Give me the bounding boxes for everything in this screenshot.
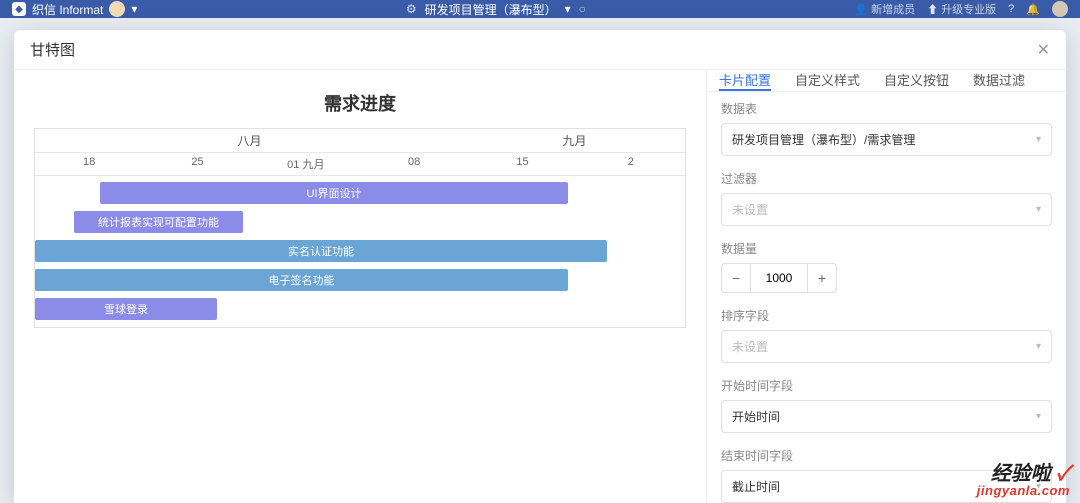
gantt-bar[interactable]: 雪球登录 [35, 298, 217, 320]
chevron-down-icon[interactable]: ▾ [565, 2, 571, 16]
gantt-bar[interactable]: 实名认证功能 [35, 240, 607, 262]
datasource-label: 数据表 [721, 100, 1052, 117]
gantt-bar[interactable]: 电子签名功能 [35, 269, 568, 291]
start-field-select[interactable]: 开始时间▾ [721, 400, 1052, 433]
end-field-label: 结束时间字段 [721, 447, 1052, 464]
tab-1[interactable]: 自定义样式 [795, 70, 860, 91]
close-icon[interactable]: ✕ [1037, 40, 1050, 60]
config-tabs: 卡片配置 自定义样式 自定义按钮 数据过滤 [707, 70, 1066, 92]
month-header: 九月 [464, 129, 685, 152]
month-header: 八月 [35, 129, 464, 152]
gantt-preview: 需求进度 八月九月 182501 九月08152 UI界面设计统计报表实现可配置… [14, 70, 706, 503]
filter-select[interactable]: 未设置▾ [721, 193, 1052, 226]
watermark: 经验啦 ✓ jingyanla.com [977, 464, 1070, 497]
brand-name: 织信 Informat [32, 1, 103, 18]
chevron-down-icon: ▾ [1036, 134, 1041, 145]
upgrade-button[interactable]: ⬆ 升级专业版 [927, 1, 996, 17]
gantt-config-modal: 甘特图 ✕ 需求进度 八月九月 182501 九月08152 UI界面设计统计报… [14, 30, 1066, 503]
datacount-input[interactable] [751, 263, 807, 293]
gantt-bar[interactable]: UI界面设计 [100, 182, 568, 204]
chart-title: 需求进度 [34, 90, 686, 116]
day-header: 25 [143, 153, 251, 175]
add-member-button[interactable]: 👤 新增成员 [854, 1, 915, 17]
bell-icon[interactable]: 🔔 [1026, 3, 1040, 16]
modal-title: 甘特图 [30, 39, 75, 60]
day-header: 15 [468, 153, 576, 175]
chevron-down-icon: ▾ [1036, 341, 1041, 352]
chevron-down-icon: ▾ [1036, 204, 1041, 215]
day-header: 18 [35, 153, 143, 175]
help-icon[interactable]: ? [1008, 3, 1014, 15]
datacount-stepper: − + [721, 263, 1052, 293]
gantt-chart: 八月九月 182501 九月08152 UI界面设计统计报表实现可配置功能实名认… [34, 128, 686, 328]
increment-button[interactable]: + [807, 263, 837, 293]
sort-label: 排序字段 [721, 307, 1052, 324]
gantt-bar[interactable]: 统计报表实现可配置功能 [74, 211, 243, 233]
tab-2[interactable]: 自定义按钮 [884, 70, 949, 91]
datacount-label: 数据量 [721, 240, 1052, 257]
tab-0[interactable]: 卡片配置 [719, 70, 771, 91]
day-header: 2 [577, 153, 685, 175]
datasource-select[interactable]: 研发项目管理（瀑布型）/需求管理▾ [721, 123, 1052, 156]
day-header: 01 九月 [252, 153, 360, 175]
avatar[interactable] [109, 1, 125, 17]
start-field-label: 开始时间字段 [721, 377, 1052, 394]
chevron-down-icon: ▾ [1036, 411, 1041, 422]
day-header: 08 [360, 153, 468, 175]
app-header: ◆ 织信 Informat ▾ ⚙ 研发项目管理（瀑布型） ▾ ○ 👤 新增成员… [0, 0, 1080, 18]
config-panel: 卡片配置 自定义样式 自定义按钮 数据过滤 数据表 研发项目管理（瀑布型）/需求管理▾… [706, 70, 1066, 503]
more-icon[interactable]: ○ [579, 2, 586, 16]
sort-select[interactable]: 未设置▾ [721, 330, 1052, 363]
filter-label: 过滤器 [721, 170, 1052, 187]
workspace-title[interactable]: 研发项目管理（瀑布型） [425, 1, 557, 18]
user-avatar[interactable] [1052, 1, 1068, 17]
tab-3[interactable]: 数据过滤 [973, 70, 1025, 91]
decrement-button[interactable]: − [721, 263, 751, 293]
gear-icon[interactable]: ⚙ [406, 2, 417, 16]
logo-icon: ◆ [12, 2, 26, 16]
